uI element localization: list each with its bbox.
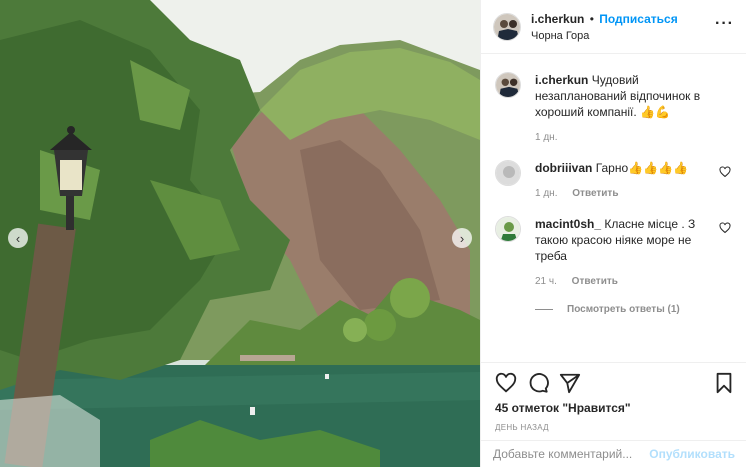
comment-body: dobriiivan Гарно👍👍👍👍 1 дн. Ответить (535, 160, 733, 202)
add-comment-bar: Опубликовать (481, 440, 746, 467)
location-link[interactable]: Чорна Гора (531, 30, 715, 42)
post-modal: ‹ › i.cherkun • Подписаться Чорна Гора ·… (0, 0, 746, 467)
comment-input[interactable] (493, 447, 642, 461)
chevron-right-icon: › (459, 230, 465, 246)
view-replies-label: Посмотреть ответы (1) (567, 304, 680, 315)
more-horizontal-icon: ··· (715, 14, 734, 32)
comment-icon[interactable] (527, 372, 549, 394)
post-sidebar: i.cherkun • Подписаться Чорна Гора ··· i… (480, 0, 746, 467)
heart-icon[interactable] (719, 222, 731, 234)
lake-mountain-photo (0, 0, 480, 467)
heart-icon[interactable] (495, 372, 517, 394)
reply-button[interactable]: Ответить (572, 276, 618, 287)
caption-meta: 1 дн. (535, 130, 711, 146)
chevron-left-icon: ‹ (15, 230, 21, 246)
action-icons (495, 369, 735, 397)
view-replies-button[interactable]: Посмотреть ответы (1) (535, 304, 733, 315)
comment-time[interactable]: 1 дн. (535, 188, 557, 199)
header-meta: i.cherkun • Подписаться Чорна Гора (531, 12, 715, 42)
caption: i.cherkun Чудовий незапланований відпочи… (495, 72, 733, 146)
comment-text: Гарно👍👍👍👍 (595, 161, 688, 175)
comment-username[interactable]: dobriiivan (535, 161, 592, 175)
comment-meta: 1 дн. Ответить (535, 186, 711, 202)
replies-divider (535, 309, 553, 310)
separator-dot: • (589, 11, 594, 26)
action-bar: 45 отметок "Нравится" ДЕНЬ НАЗАД (481, 362, 746, 432)
caption-time[interactable]: 1 дн. (535, 132, 557, 143)
comment-body: macint0sh_ Класне місце . З такою красою… (535, 216, 733, 290)
publish-button[interactable]: Опубликовать (649, 447, 735, 461)
avatar[interactable] (495, 216, 521, 242)
header-row: i.cherkun • Подписаться (531, 12, 715, 26)
username-link[interactable]: i.cherkun (531, 12, 584, 26)
post-date: ДЕНЬ НАЗАД (495, 423, 549, 432)
post-header: i.cherkun • Подписаться Чорна Гора ··· (481, 0, 746, 54)
reply-button[interactable]: Ответить (572, 188, 618, 199)
comment-item: macint0sh_ Класне місце . З такою красою… (495, 216, 733, 290)
share-icon[interactable] (559, 372, 581, 394)
prev-photo-button[interactable]: ‹ (8, 228, 28, 248)
next-photo-button[interactable]: › (452, 228, 472, 248)
comments-list[interactable]: i.cherkun Чудовий незапланований відпочи… (481, 62, 746, 360)
bookmark-icon[interactable] (713, 372, 735, 394)
post-photo[interactable]: ‹ › (0, 0, 480, 467)
avatar[interactable] (495, 160, 521, 186)
comment-username[interactable]: macint0sh_ (535, 217, 601, 231)
caption-username[interactable]: i.cherkun (535, 73, 588, 87)
more-options-button[interactable]: ··· (715, 15, 734, 33)
heart-icon[interactable] (719, 166, 731, 178)
avatar[interactable] (493, 12, 521, 41)
likes-count[interactable]: 45 отметок "Нравится" (495, 401, 735, 415)
follow-button[interactable]: Подписаться (599, 12, 677, 26)
comment-item: dobriiivan Гарно👍👍👍👍 1 дн. Ответить (495, 160, 733, 202)
caption-body: i.cherkun Чудовий незапланований відпочи… (535, 72, 733, 146)
avatar[interactable] (495, 72, 521, 98)
comment-time[interactable]: 21 ч. (535, 276, 557, 287)
comment-meta: 21 ч. Ответить (535, 274, 711, 290)
